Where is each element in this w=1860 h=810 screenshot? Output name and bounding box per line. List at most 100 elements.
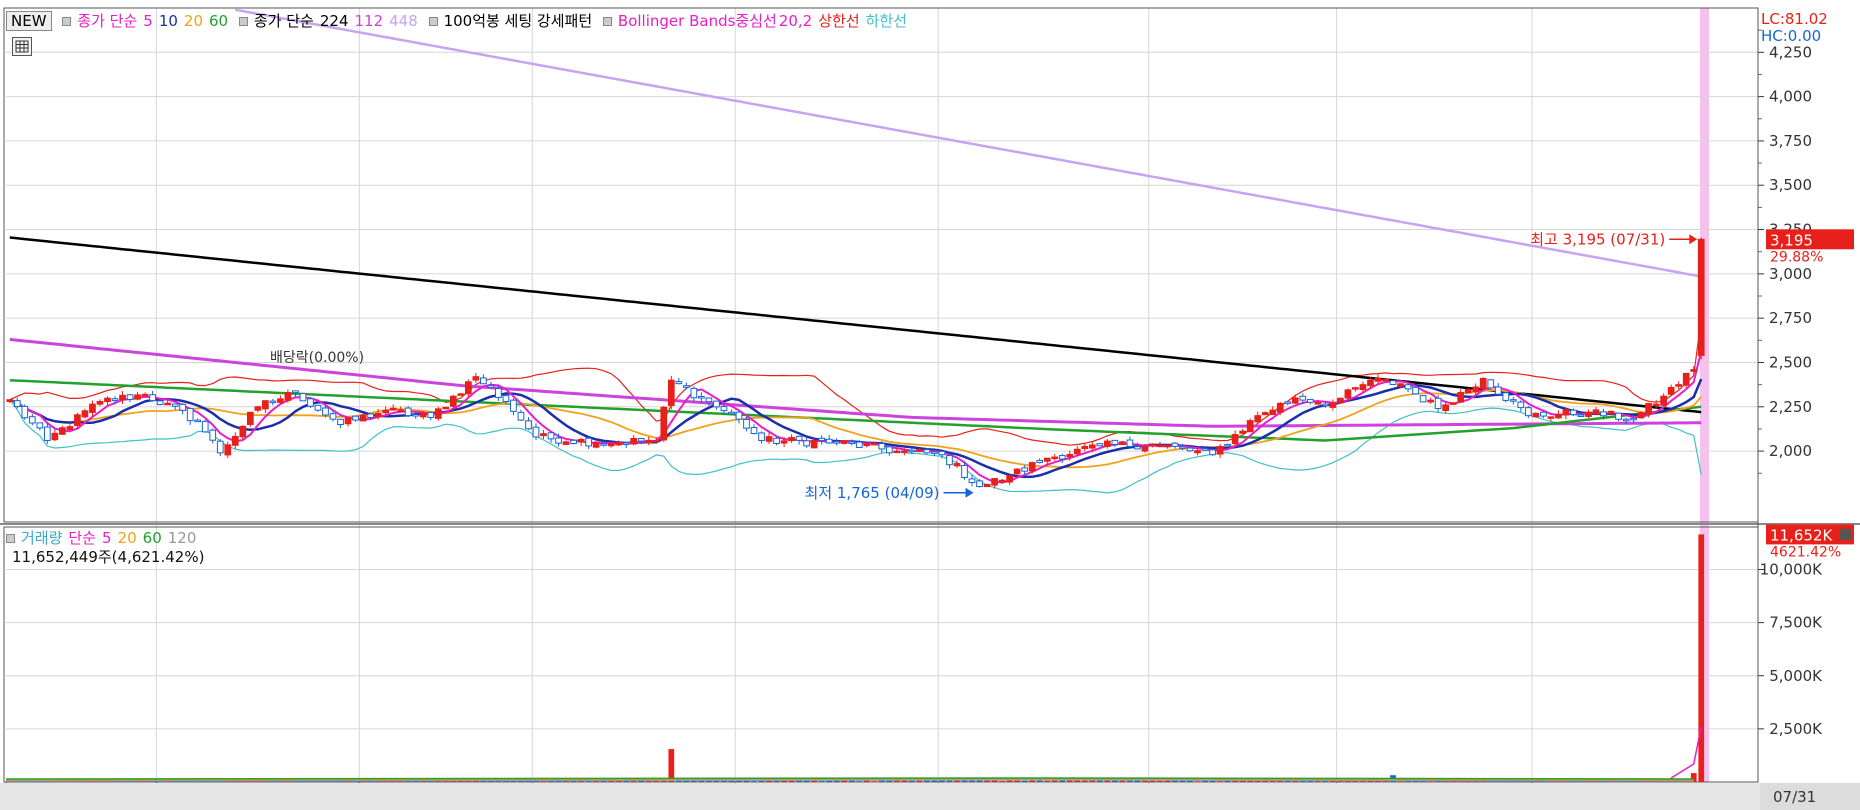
stock-chart-svg[interactable]: 2,0002,2502,5002,7503,0003,2503,5003,750…	[0, 0, 1860, 810]
candle-body	[1096, 443, 1104, 447]
candle-body	[28, 416, 36, 424]
candle-body	[21, 405, 29, 419]
candle-body	[277, 398, 284, 403]
candle-body	[780, 440, 788, 444]
legend-pattern[interactable]: 100억봉 세팅 강세패턴	[444, 12, 593, 30]
candle-body	[1509, 399, 1517, 402]
volume-bar	[1217, 781, 1223, 783]
candle-body	[1186, 447, 1194, 452]
candle-body	[690, 387, 698, 399]
legend-toggle-icon[interactable]	[6, 534, 15, 543]
candle-body	[1149, 443, 1156, 447]
volume-bar	[1081, 780, 1088, 782]
hc-readout: HC:0.00	[1761, 27, 1822, 45]
legend-vol-ma120: 120	[167, 529, 197, 547]
candle-body	[1126, 439, 1134, 447]
candle-body	[1652, 403, 1660, 407]
candle-body	[111, 398, 119, 402]
candle-body	[156, 400, 164, 406]
candle-body	[419, 412, 427, 418]
candle-body	[637, 437, 645, 442]
candle-body	[404, 407, 412, 417]
candle-body	[1570, 409, 1577, 416]
candle-body	[359, 414, 367, 422]
new-button[interactable]: NEW	[6, 11, 52, 31]
candle-body	[104, 397, 111, 403]
candle-body	[337, 418, 344, 426]
price-tick-label: 2,500	[1769, 353, 1812, 371]
candle-body	[1487, 379, 1495, 389]
candle-body	[1697, 238, 1705, 356]
candle-body	[931, 451, 938, 454]
candle-body	[562, 441, 570, 445]
candle-body	[1036, 459, 1044, 464]
candle-body	[59, 427, 66, 435]
volume-bar	[1427, 781, 1434, 783]
candle-body	[570, 439, 577, 445]
candle-body	[1043, 457, 1051, 462]
candle-body	[1164, 444, 1171, 448]
candle-body	[1179, 446, 1186, 449]
candle-body	[750, 427, 758, 434]
candle-body	[1502, 392, 1510, 401]
candle-body	[600, 443, 608, 446]
legend-bollinger[interactable]: Bollinger Bands중심선	[618, 12, 777, 30]
candle-body	[1449, 402, 1457, 405]
candle-body	[1600, 411, 1607, 417]
legend-vol-ma: 단순	[68, 529, 97, 547]
candle-body	[81, 410, 89, 418]
candle-body	[705, 397, 713, 403]
candle-body	[495, 388, 502, 398]
candle-body	[1231, 434, 1239, 445]
candle-body	[923, 449, 931, 454]
candle-body	[1209, 449, 1216, 456]
candle-body	[1299, 395, 1307, 401]
candle-body	[630, 437, 638, 445]
candle-body	[555, 437, 562, 444]
candle-body	[1682, 372, 1690, 386]
candle-body	[870, 442, 878, 446]
candle-body	[224, 444, 232, 456]
legend-vol-ma5: 5	[102, 529, 112, 547]
candle-body	[299, 393, 307, 402]
candle-body	[878, 443, 886, 450]
volume-tick-label: 5,000K	[1769, 667, 1823, 685]
candle-body	[1517, 401, 1525, 409]
legend-ma-close2[interactable]: 종가 단순	[254, 12, 314, 30]
candle-body	[840, 440, 848, 444]
candle-body	[254, 406, 262, 411]
legend-toggle-icon[interactable]	[238, 17, 248, 26]
volume-tick-label: 7,500K	[1769, 614, 1823, 632]
candle-body	[1675, 384, 1683, 387]
legend-ma112: 112	[354, 12, 384, 30]
volume-bar	[608, 781, 615, 783]
candle-body	[1494, 386, 1502, 395]
candle-body	[201, 420, 209, 433]
candle-body	[1111, 439, 1119, 445]
candle-body	[442, 406, 450, 410]
legend-toggle-icon[interactable]	[62, 17, 72, 26]
legend-toggle-icon[interactable]	[602, 17, 612, 26]
high-annotation: 최고 3,195 (07/31)	[1530, 230, 1665, 248]
candle-body	[487, 384, 495, 388]
candle-body	[1119, 441, 1126, 445]
volume-bar	[1044, 780, 1051, 782]
legend-volume[interactable]: 거래량	[21, 529, 62, 547]
candle-body	[141, 393, 149, 397]
candle-body	[1276, 402, 1284, 413]
volume-bar	[818, 781, 825, 783]
candle-body	[307, 398, 314, 407]
candle-body	[1216, 446, 1224, 455]
volume-pane-close-icon	[1840, 529, 1851, 540]
candle-body	[675, 381, 683, 385]
candle-body	[698, 396, 705, 399]
legend-ma-close[interactable]: 종가 단순	[77, 12, 137, 30]
candle-body	[1389, 380, 1397, 385]
volume-bar	[751, 781, 757, 783]
legend-toggle-icon[interactable]	[428, 17, 438, 26]
volume-bar	[1157, 781, 1163, 783]
candle-body	[743, 418, 750, 429]
grid-icon[interactable]	[12, 37, 32, 56]
volume-bar	[1142, 780, 1148, 782]
candle-body	[1397, 383, 1404, 387]
